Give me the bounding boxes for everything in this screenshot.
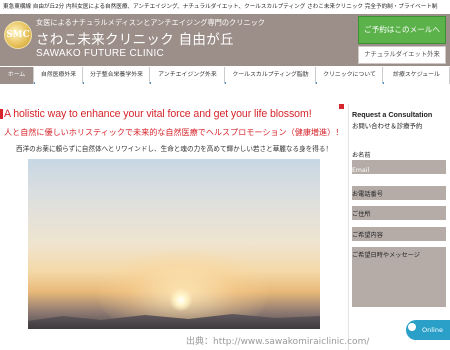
sidebar-accent-mark	[339, 104, 344, 109]
clinic-name-english: SAWAKO FUTURE CLINIC	[36, 48, 165, 59]
nav-item-coolsculpting[interactable]: クールスカルプティング脂肪	[226, 67, 316, 84]
field-label-phone: お電話番号	[352, 191, 383, 198]
clinic-name[interactable]: さわこ未来クリニック 自由が丘	[36, 28, 234, 48]
reserve-mail-button[interactable]: ご予約はこのメールへ	[358, 16, 446, 44]
sidebar-heading: Request a Consultation	[352, 110, 433, 119]
lead-text: 西洋のお薬に頼らずに自然体へとリワインドし、生命と魂の力を高めて輝かしい若さと華…	[16, 145, 333, 153]
source-caption: 出典：http://www.sawakomiraiclinic.com/	[186, 337, 370, 347]
field-label-message: ご希望日時やメッセージ	[352, 252, 420, 259]
field-label-request: ご希望内容	[352, 232, 383, 239]
title-marker	[0, 109, 3, 119]
page-subtitle: 人と自然に優しいホリスティックで未来的な自然医療でヘルスプロモーション（健康増進…	[4, 127, 344, 137]
sidebar-heading-jp: お問い合わせ＆診療予約	[352, 122, 423, 130]
chat-label: Online	[422, 326, 443, 334]
field-label-address: ご住所	[352, 211, 371, 218]
nav-item-orthomolecular[interactable]: 分子整合栄養学外来	[84, 67, 150, 84]
nav-item-schedule[interactable]: 診療スケジュール	[384, 67, 450, 84]
sun	[170, 289, 192, 311]
sunrise-hero-image	[28, 159, 320, 329]
nav-item-anti-aging[interactable]: アンチエイジング外来	[151, 67, 225, 84]
clinic-logo[interactable]: SMC	[4, 21, 32, 49]
field-label-name: お名前	[352, 152, 371, 159]
page-title: A holistic way to enhance your vital for…	[4, 108, 312, 120]
main-nav: ホーム 自然医療外来 分子整合栄養学外来 アンチエイジング外来 クールスカルプテ…	[0, 66, 450, 84]
natural-diet-link[interactable]: ナチュラルダイエット外来	[358, 46, 446, 64]
nav-item-about-clinic[interactable]: クリニックについて	[317, 67, 383, 84]
field-label-email: Email	[352, 167, 370, 174]
top-info-line: 東急東横線 自由が丘2分 内科女医による自然医療、アンチエイジング、ナチュラルダ…	[0, 0, 450, 14]
site-header: SMC 女医によるナチュラルメディスンとアンチエイジング専門のクリニック さわこ…	[0, 14, 450, 66]
nav-item-home[interactable]: ホーム	[0, 67, 34, 84]
nav-item-natural-medicine[interactable]: 自然医療外来	[35, 67, 83, 84]
header-tagline: 女医によるナチュラルメディスンとアンチエイジング専門のクリニック	[36, 18, 265, 27]
chat-icon	[408, 323, 416, 331]
